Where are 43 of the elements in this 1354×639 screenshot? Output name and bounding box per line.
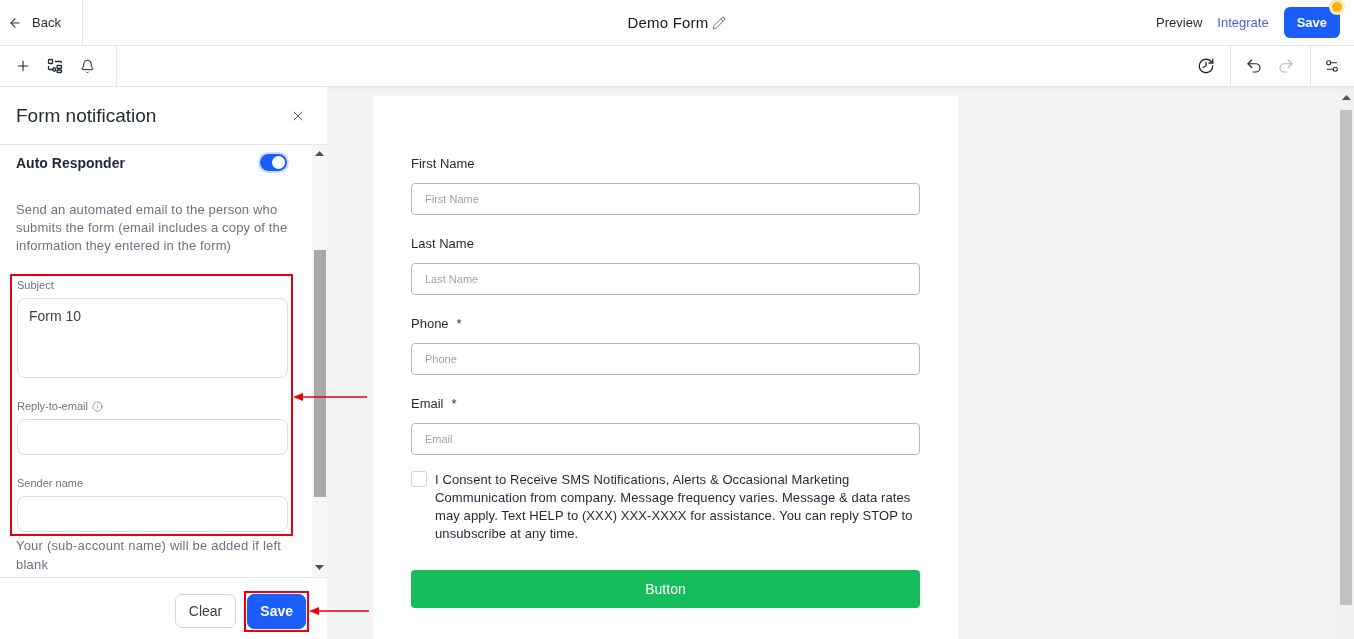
field-label: Email bbox=[411, 395, 444, 411]
input-field[interactable] bbox=[17, 419, 288, 455]
plus-icon[interactable] bbox=[15, 58, 31, 74]
scrollbar-thumb[interactable] bbox=[1340, 110, 1352, 605]
input-field[interactable]: Email bbox=[411, 423, 920, 455]
helper-text: Your (sub-account name) will be added if left blank bbox=[16, 537, 283, 574]
history-icon[interactable] bbox=[1197, 57, 1215, 75]
field-label: Reply-to-email bbox=[17, 400, 88, 412]
panel-title: Form notification bbox=[16, 104, 157, 127]
save-button[interactable]: Save bbox=[1283, 7, 1340, 38]
form-title: Demo Form bbox=[627, 14, 709, 31]
pencil-icon[interactable] bbox=[712, 15, 727, 30]
field-label: Sender name bbox=[17, 477, 84, 489]
required-mark: * bbox=[451, 395, 457, 411]
blocks-icon[interactable] bbox=[47, 58, 63, 74]
text-area[interactable]: Form 10 bbox=[17, 298, 288, 378]
scroll-up-icon[interactable] bbox=[1341, 95, 1351, 100]
field-label: Last Name bbox=[411, 235, 474, 251]
scroll-down-icon[interactable] bbox=[315, 565, 324, 570]
save-button[interactable]: Save bbox=[247, 593, 306, 629]
scroll-up-icon[interactable] bbox=[315, 151, 324, 156]
nav-link[interactable]: Preview bbox=[1156, 15, 1203, 30]
section-label: Auto Responder bbox=[16, 154, 125, 171]
required-mark: * bbox=[456, 315, 462, 331]
checkbox[interactable] bbox=[411, 471, 427, 487]
scrollbar-thumb[interactable] bbox=[313, 250, 326, 497]
field-label: Phone bbox=[411, 315, 449, 331]
toggle-switch[interactable] bbox=[258, 152, 289, 173]
field-label: Subject bbox=[17, 279, 54, 291]
field-label: First Name bbox=[411, 155, 475, 171]
input-field[interactable]: Phone bbox=[411, 343, 920, 375]
input-field[interactable] bbox=[17, 496, 288, 532]
input-field[interactable]: First Name bbox=[411, 183, 920, 215]
input-field[interactable]: Last Name bbox=[411, 263, 920, 295]
clear-button[interactable]: Clear bbox=[174, 594, 237, 628]
settings-icon[interactable] bbox=[1324, 58, 1340, 74]
bell-icon[interactable] bbox=[79, 58, 95, 74]
consent-text: I Consent to Receive SMS Notifications, Alerts & Occasional Marketing Communication from company. Message frequency varies. Message & data rates may apply. Text HELP to (XXX) XXX-XXXX for assistance. You can reply STOP to unsubscribe at any time. bbox=[435, 471, 914, 543]
description-text: Send an automated email to the person who submits the form (email includes a copy of the information they entered in the form) bbox=[16, 201, 289, 255]
undo-icon[interactable] bbox=[1245, 57, 1263, 75]
accent-link[interactable]: Integrate bbox=[1217, 15, 1269, 30]
back-link[interactable]: Back bbox=[0, 0, 83, 45]
arrow-left-icon bbox=[8, 15, 22, 30]
